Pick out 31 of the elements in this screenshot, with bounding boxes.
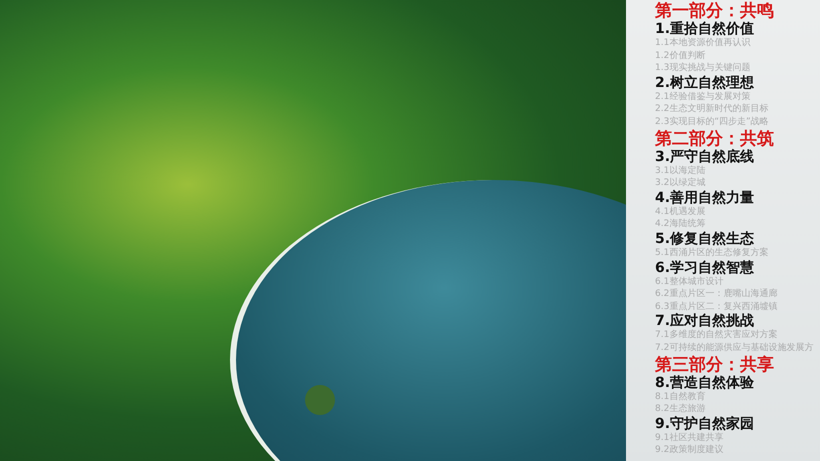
- subsection-item: 4.2海陆统筹: [655, 218, 706, 231]
- chapter-title: 4.善用自然力量: [655, 190, 756, 206]
- subsection-item: 1.1本地资源价值再认识: [655, 37, 752, 50]
- section-heading: 第一部分：共鸣: [655, 1, 775, 21]
- subsection-item: 1.2价值判断: [655, 50, 706, 62]
- subsection-item: 7.1多维度的自然灾害应对方案: [655, 329, 778, 342]
- subsection-item: 3.2以绿定城: [655, 177, 706, 190]
- subsection-item: 8.2生态旅游: [655, 403, 706, 416]
- subsection-item: 9.1社区共建共享: [655, 432, 724, 444]
- subsection-item: 9.2政策制度建议: [655, 444, 724, 457]
- chapter-title: 7.应对自然挑战: [655, 313, 756, 330]
- subsection-item: 4.1机遇发展: [655, 206, 706, 218]
- chapter-title: 3.严守自然底线: [655, 148, 756, 165]
- subsection-item: 3.1以海定陆: [655, 164, 706, 178]
- subsection-item: 2.3实现目标的“四步走”战略: [655, 116, 770, 129]
- subsection-item: 8.1自然教育: [655, 390, 706, 404]
- subsection-item: 1.3现实挑战与关键问题: [655, 62, 752, 74]
- chapter-title: 6.学习自然智慧: [655, 260, 756, 276]
- chapter-title: 1.重拾自然价值: [655, 21, 756, 37]
- subsection-item: 7.2可持续的能源供应与基础设施发展方: [655, 342, 814, 354]
- subsection-item: 2.1经验借鉴与发展对策: [655, 90, 752, 104]
- subsection-item: 6.3重点片区二：复兴西涌墟镇: [655, 300, 778, 312]
- chapter-title: 5.修复自然生态: [655, 230, 756, 247]
- section-heading: 第三部分：共享: [655, 354, 775, 374]
- subsection-item: 2.2生态文明新时代的新目标: [655, 103, 770, 116]
- chapter-title: 9.守护自然家园: [655, 416, 756, 432]
- chapter-title: 2.树立自然理想: [655, 74, 756, 91]
- subsection-item: 6.1整体城市设计: [655, 276, 724, 288]
- subsection-item: 5.1西涌片区的生态修复方案: [655, 246, 770, 260]
- chapter-title: 8.营造自然体验: [655, 374, 756, 390]
- section-heading: 第二部分：共筑: [655, 128, 775, 149]
